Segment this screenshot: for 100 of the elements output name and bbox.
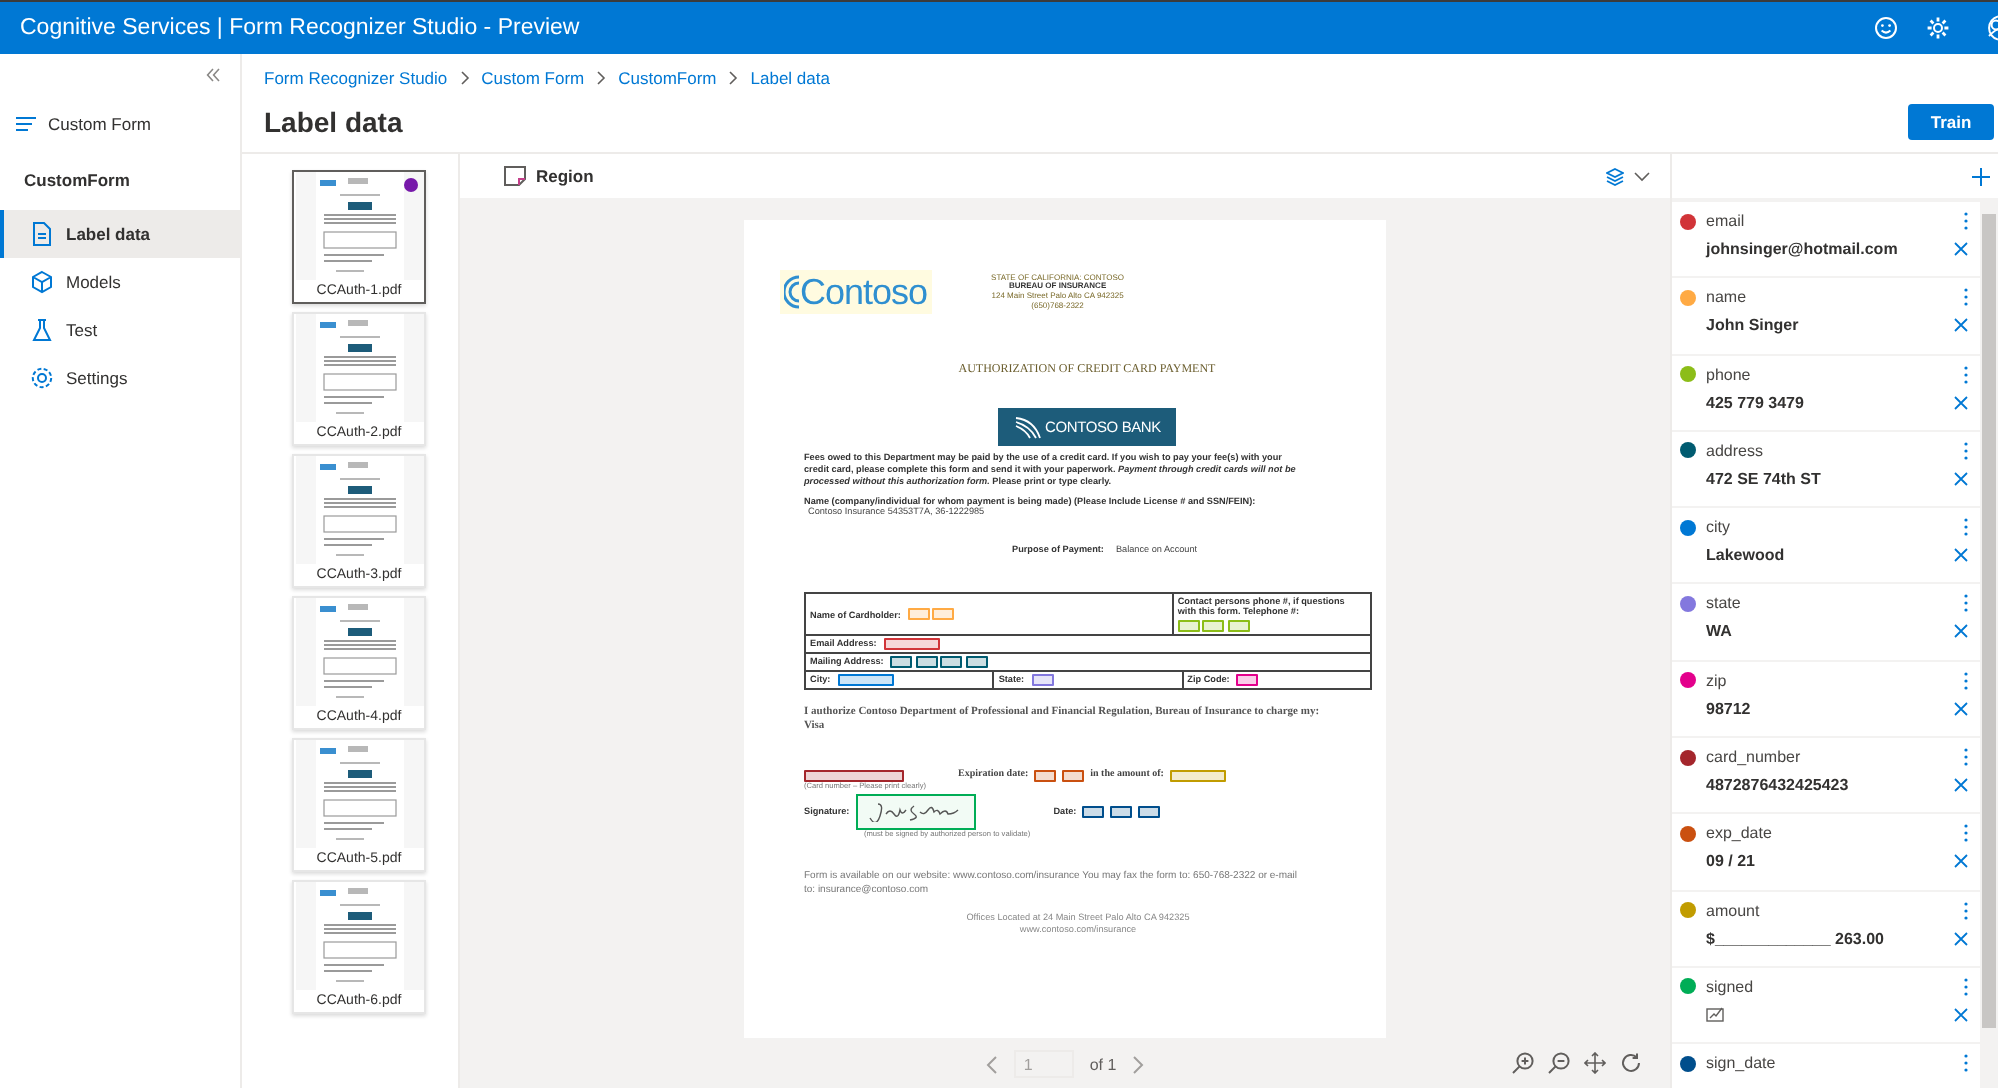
nav-item[interactable]: Models [0, 258, 240, 306]
label-highlight[interactable] [883, 637, 940, 650]
close-icon[interactable] [1954, 701, 1968, 716]
region-button[interactable]: Region [504, 166, 594, 186]
page-count: of 1 [1089, 1055, 1117, 1073]
field-card[interactable]: city Lakewood [1672, 508, 1980, 583]
field-value: 09 / 21 [1706, 852, 1755, 871]
close-icon[interactable] [1954, 854, 1968, 869]
field-name: sign_date [1706, 1054, 1778, 1073]
field-value: 98712 [1706, 699, 1751, 718]
close-icon[interactable] [1954, 242, 1968, 256]
field-value: 4872876432425423 [1706, 776, 1849, 795]
app-title: Cognitive Services | Form Recognizer Studio - Preview [20, 16, 580, 40]
field-card[interactable]: exp_date 09 / 21 [1672, 814, 1980, 890]
close-icon[interactable] [1954, 318, 1968, 333]
close-icon[interactable] [1954, 471, 1968, 486]
field-card[interactable]: phone 425 779 3479 [1672, 355, 1980, 430]
field-name: zip [1706, 671, 1729, 690]
field-value: 425 779 3479 [1706, 393, 1804, 412]
field-card[interactable]: name John Singer [1672, 278, 1980, 354]
field-value: John Singer [1706, 316, 1799, 335]
chevron-icon [459, 70, 470, 86]
train-button[interactable]: Train [1908, 104, 1994, 140]
chevron-icon [728, 70, 739, 86]
label-highlight[interactable] [1110, 805, 1133, 818]
field-card[interactable]: email johnsinger@hotmail.com [1672, 202, 1980, 277]
label-highlight[interactable] [1031, 673, 1054, 686]
field-name: phone [1706, 365, 1753, 384]
field-value: WA [1706, 622, 1732, 641]
flask-icon [30, 318, 54, 342]
label-highlight[interactable] [804, 769, 904, 782]
breadcrumb-link[interactable]: Label data [750, 68, 830, 88]
wing-icon [1013, 415, 1042, 439]
close-icon[interactable] [1954, 1007, 1968, 1022]
field-name: state [1706, 594, 1743, 613]
field-card[interactable]: state WA [1672, 584, 1980, 660]
move-icon[interactable] [1584, 1052, 1606, 1074]
zoom-out-icon[interactable] [1548, 1052, 1570, 1074]
signature-image-icon [1706, 1006, 1726, 1023]
label-highlight[interactable] [1034, 769, 1057, 782]
chevron-down-icon[interactable] [1634, 171, 1650, 181]
smiley-icon[interactable] [1874, 16, 1898, 40]
close-icon[interactable] [1954, 931, 1968, 946]
breadcrumb-link[interactable]: CustomForm [618, 68, 717, 88]
field-value: johnsinger@hotmail.com [1706, 240, 1898, 258]
close-icon[interactable] [1954, 548, 1968, 563]
label-highlight[interactable] [1236, 673, 1259, 686]
nav-item[interactable]: Settings [0, 354, 240, 402]
field-name: signed [1706, 977, 1756, 996]
breadcrumb-link[interactable]: Form Recognizer Studio [264, 68, 448, 88]
previous-icon[interactable] [985, 1055, 998, 1073]
rotate-icon[interactable] [1620, 1052, 1642, 1074]
close-icon[interactable] [1954, 624, 1968, 639]
label-highlight[interactable] [965, 655, 988, 668]
chevron-icon [596, 70, 607, 86]
field-value: Lakewood [1706, 546, 1785, 565]
cube-icon [30, 270, 54, 294]
field-card[interactable]: sign_date [1672, 1044, 1980, 1088]
label-highlight[interactable] [837, 673, 894, 686]
label-highlight[interactable] [1138, 805, 1161, 818]
collapse-icon[interactable] [206, 68, 220, 82]
layers-icon[interactable] [1606, 167, 1624, 185]
field-value: 472 SE 74th ST [1706, 469, 1821, 488]
zoom-in-icon[interactable] [1512, 1052, 1534, 1074]
document-icon [30, 222, 54, 246]
field-card[interactable]: address 472 SE 74th ST [1672, 431, 1980, 507]
settings-icon [30, 366, 54, 390]
field-card[interactable]: amount $_____________ 263.00 [1672, 891, 1980, 966]
label-highlight[interactable] [855, 793, 976, 830]
label-highlight[interactable] [1062, 769, 1085, 782]
logo-text: Contoso [800, 272, 928, 312]
label-highlight[interactable] [890, 655, 913, 668]
close-icon[interactable] [1954, 778, 1968, 793]
field-card[interactable]: signed [1672, 967, 1980, 1043]
field-card[interactable]: zip 98712 [1672, 661, 1980, 737]
nav-link[interactable]: Custom Form [16, 114, 240, 134]
field-name: email [1706, 212, 1747, 230]
region-icon [504, 166, 526, 186]
field-name: card_number [1706, 748, 1803, 767]
field-name: amount [1706, 901, 1762, 920]
label-highlight[interactable] [915, 655, 938, 668]
next-icon[interactable] [1132, 1055, 1145, 1073]
rings-icon [784, 274, 800, 310]
field-card[interactable]: card_number 4872876432425423 [1672, 738, 1980, 813]
label-highlight[interactable] [1082, 805, 1105, 818]
field-name: name [1706, 288, 1749, 307]
add-icon[interactable] [1972, 167, 1990, 185]
project-name: CustomForm [24, 170, 132, 190]
breadcrumb-link[interactable]: Custom Form [481, 68, 585, 88]
field-value: $_____________ 263.00 [1706, 929, 1884, 948]
close-icon[interactable] [1954, 395, 1968, 410]
label-highlight[interactable] [940, 655, 963, 668]
nav-item[interactable]: Label data [0, 210, 240, 258]
field-name: exp_date [1706, 824, 1774, 843]
page-title: Label data [264, 106, 403, 138]
field-name: city [1706, 518, 1732, 537]
list-icon [16, 116, 36, 132]
nav-item[interactable]: Test [0, 306, 240, 354]
field-name: address [1706, 441, 1765, 460]
settings-icon[interactable] [1926, 16, 1950, 40]
